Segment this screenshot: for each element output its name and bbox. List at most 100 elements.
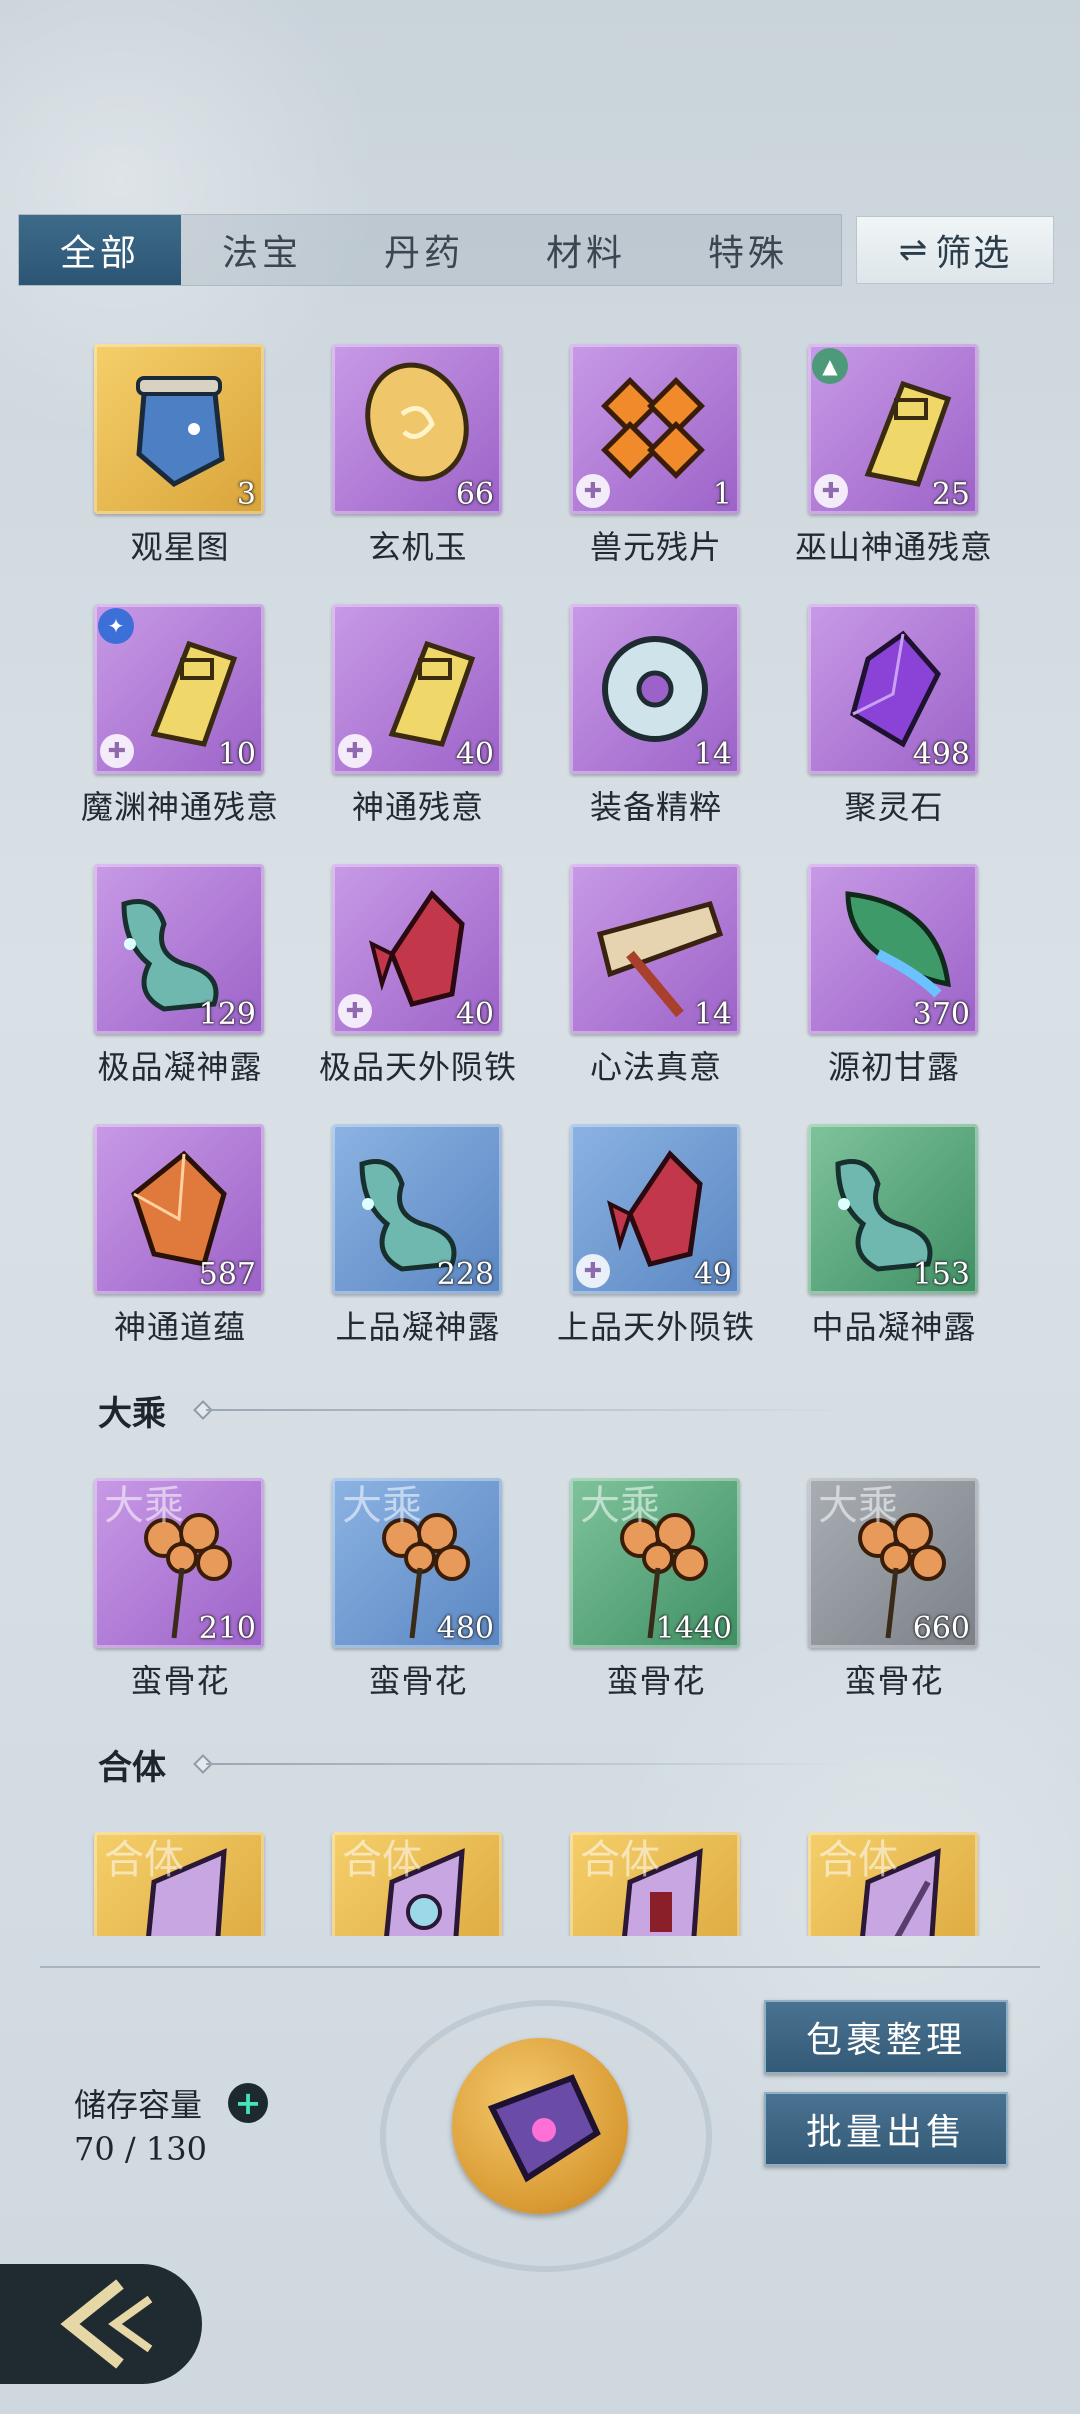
item-count: 480 bbox=[436, 1611, 494, 1646]
faction-badge-icon: ▲ bbox=[812, 348, 848, 384]
item-slot[interactable]: 合体 bbox=[278, 1832, 518, 1936]
tier-watermark: 大乘 bbox=[818, 1483, 898, 1529]
faction-badge-icon: ✦ bbox=[98, 608, 134, 644]
bulk-sell-button[interactable]: 批量出售 bbox=[764, 2092, 1008, 2166]
puzzle-icon: ✚ bbox=[576, 474, 610, 508]
back-arrow-icon bbox=[60, 2279, 153, 2369]
item-slot[interactable]: ✚ 49 上品天外陨铁 bbox=[516, 1124, 756, 1346]
item-count: 153 bbox=[912, 1257, 970, 1292]
item-count: 498 bbox=[912, 737, 970, 772]
item-tile[interactable]: 14 bbox=[570, 864, 740, 1034]
item-count: 1 bbox=[712, 477, 732, 512]
back-button[interactable] bbox=[0, 2264, 202, 2384]
item-count: 14 bbox=[693, 997, 732, 1032]
item-count: 660 bbox=[912, 1611, 970, 1646]
item-count: 210 bbox=[198, 1611, 256, 1646]
item-slot[interactable]: ✚ 1 兽元残片 bbox=[516, 344, 756, 566]
item-tile[interactable]: 3 bbox=[94, 344, 264, 514]
item-tile[interactable]: 大乘 1440 bbox=[570, 1478, 740, 1648]
item-slot[interactable]: ✚ 40 神通残意 bbox=[278, 604, 518, 826]
item-name: 蛮骨花 bbox=[844, 1662, 944, 1700]
item-slot[interactable]: 129 极品凝神露 bbox=[40, 864, 280, 1086]
item-tile[interactable]: ✦ ✚ 10 bbox=[94, 604, 264, 774]
item-tile[interactable]: 14 bbox=[570, 604, 740, 774]
tab-teshu[interactable]: 特殊 bbox=[667, 215, 829, 285]
item-tile[interactable]: ✚ 40 bbox=[332, 604, 502, 774]
item-count: 66 bbox=[455, 477, 494, 512]
item-count: 370 bbox=[912, 997, 970, 1032]
item-name: 聚灵石 bbox=[844, 788, 944, 826]
item-name: 源初甘露 bbox=[827, 1048, 960, 1086]
item-tile[interactable]: 合体 bbox=[570, 1832, 740, 1936]
tab-all[interactable]: 全部 bbox=[19, 215, 181, 285]
item-name: 中品凝神露 bbox=[811, 1308, 977, 1346]
item-slot[interactable]: 66 玄机玉 bbox=[278, 344, 518, 566]
tier-watermark: 合体 bbox=[104, 1837, 184, 1883]
item-tile[interactable]: ✚ 1 bbox=[570, 344, 740, 514]
item-count: 40 bbox=[455, 737, 494, 772]
puzzle-icon: ✚ bbox=[814, 474, 848, 508]
puzzle-icon: ✚ bbox=[100, 734, 134, 768]
item-tile[interactable]: 370 bbox=[808, 864, 978, 1034]
tier-watermark: 大乘 bbox=[580, 1483, 660, 1529]
tab-cailiao[interactable]: 材料 bbox=[505, 215, 667, 285]
item-slot[interactable]: 合体 bbox=[40, 1832, 280, 1936]
item-slot[interactable]: 498 聚灵石 bbox=[754, 604, 994, 826]
item-tile[interactable]: 153 bbox=[808, 1124, 978, 1294]
section-title-dacheng: 大乘 bbox=[98, 1394, 166, 1434]
item-tile[interactable]: 228 bbox=[332, 1124, 502, 1294]
item-slot[interactable]: 大乘 480 蛮骨花 bbox=[278, 1478, 518, 1700]
item-count: 228 bbox=[436, 1257, 494, 1292]
swap-arrows-icon: ⇌ bbox=[898, 230, 930, 270]
item-slot[interactable]: 228 上品凝神露 bbox=[278, 1124, 518, 1346]
item-slot[interactable]: 3 观星图 bbox=[40, 344, 280, 566]
tier-watermark: 大乘 bbox=[342, 1483, 422, 1529]
filter-button[interactable]: ⇌ 筛选 bbox=[856, 216, 1054, 284]
item-slot[interactable]: 587 神通道蕴 bbox=[40, 1124, 280, 1346]
section-divider-line bbox=[206, 1409, 856, 1411]
item-slot[interactable]: 14 心法真意 bbox=[516, 864, 756, 1086]
item-slot[interactable]: ▲ ✚ 25 巫山神通残意 bbox=[754, 344, 994, 566]
item-tile[interactable]: 大乘 660 bbox=[808, 1478, 978, 1648]
item-slot[interactable]: ✦ ✚ 10 魔渊神通残意 bbox=[40, 604, 280, 826]
item-slot[interactable]: 大乘 660 蛮骨花 bbox=[754, 1478, 994, 1700]
item-slot[interactable]: 14 装备精粹 bbox=[516, 604, 756, 826]
item-tile[interactable]: 129 bbox=[94, 864, 264, 1034]
item-tile[interactable]: ✚ 40 bbox=[332, 864, 502, 1034]
item-tile[interactable]: 合体 bbox=[808, 1832, 978, 1936]
item-tile[interactable]: ▲ ✚ 25 bbox=[808, 344, 978, 514]
item-slot[interactable]: 大乘 1440 蛮骨花 bbox=[516, 1478, 756, 1700]
organize-bag-button[interactable]: 包裹整理 bbox=[764, 2000, 1008, 2074]
tier-watermark: 大乘 bbox=[104, 1483, 184, 1529]
item-tile[interactable]: 合体 bbox=[94, 1832, 264, 1936]
item-count: 49 bbox=[693, 1257, 732, 1292]
tier-watermark: 合体 bbox=[580, 1837, 660, 1883]
item-slot[interactable]: ✚ 40 极品天外陨铁 bbox=[278, 864, 518, 1086]
item-tile[interactable]: 587 bbox=[94, 1124, 264, 1294]
scroll-viewport-clip[interactable]: 合体 合体 合体 合体 bbox=[0, 1832, 1080, 1936]
item-slot[interactable]: 大乘 210 蛮骨花 bbox=[40, 1478, 280, 1700]
item-tile[interactable]: 大乘 210 bbox=[94, 1478, 264, 1648]
tier-watermark: 合体 bbox=[818, 1837, 898, 1883]
item-count: 1440 bbox=[655, 1611, 732, 1646]
item-tile[interactable]: ✚ 49 bbox=[570, 1124, 740, 1294]
item-slot[interactable]: 370 源初甘露 bbox=[754, 864, 994, 1086]
item-tile[interactable]: 合体 bbox=[332, 1832, 502, 1936]
tier-watermark: 合体 bbox=[342, 1837, 422, 1883]
storage-bag-button[interactable] bbox=[452, 2038, 628, 2214]
tab-fabao[interactable]: 法宝 bbox=[181, 215, 343, 285]
add-capacity-button[interactable]: + bbox=[228, 2083, 268, 2123]
item-slot[interactable]: 合体 bbox=[516, 1832, 756, 1936]
item-slot[interactable]: 153 中品凝神露 bbox=[754, 1124, 994, 1346]
tab-danyao[interactable]: 丹药 bbox=[343, 215, 505, 285]
puzzle-icon: ✚ bbox=[338, 734, 372, 768]
item-tile[interactable]: 大乘 480 bbox=[332, 1478, 502, 1648]
item-count: 129 bbox=[198, 997, 256, 1032]
item-count: 14 bbox=[693, 737, 732, 772]
section-title-heti: 合体 bbox=[98, 1748, 166, 1788]
item-name: 巫山神通残意 bbox=[794, 528, 993, 566]
item-count: 25 bbox=[931, 477, 970, 512]
item-tile[interactable]: 66 bbox=[332, 344, 502, 514]
item-slot[interactable]: 合体 bbox=[754, 1832, 994, 1936]
item-tile[interactable]: 498 bbox=[808, 604, 978, 774]
